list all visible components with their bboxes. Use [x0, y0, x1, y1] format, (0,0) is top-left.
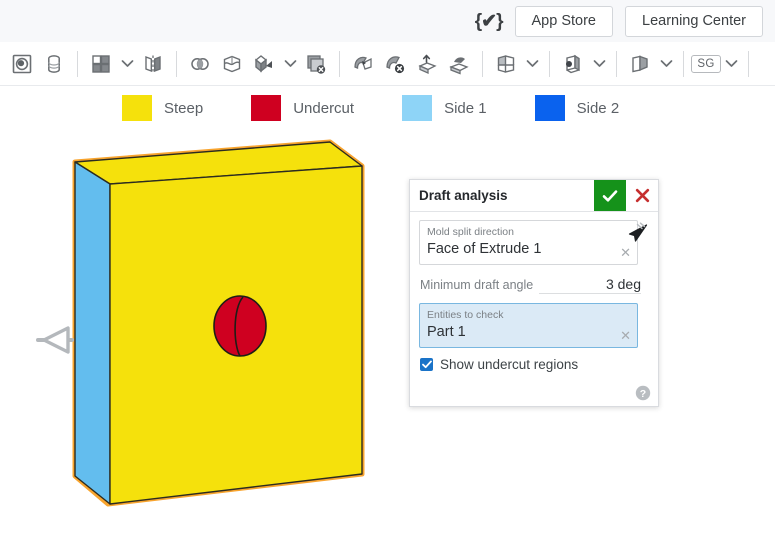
delete-face-icon[interactable] — [300, 45, 332, 83]
dialog-header: Draft analysis — [410, 180, 658, 212]
delete-part-icon[interactable] — [379, 45, 411, 83]
learning-center-button[interactable]: Learning Center — [625, 5, 763, 37]
dialog-body: Mold split direction Face of Extrude 1 ✕… — [410, 212, 658, 380]
legend-side-1: Side 1 — [402, 95, 487, 121]
flip-direction-icon[interactable] — [628, 222, 650, 251]
toolbar-divider — [482, 50, 483, 77]
entities-to-check-field[interactable]: Entities to check Part 1 ✕ — [419, 303, 638, 348]
entities-to-check-value: Part 1 — [427, 324, 466, 340]
legend-undercut-label: Undercut — [293, 99, 355, 117]
feature-toolbar: SG — [0, 42, 775, 86]
legend-steep-label: Steep — [164, 99, 204, 117]
boolean-icon[interactable] — [184, 45, 216, 83]
legend-side-2: Side 2 — [534, 95, 620, 121]
mold-split-direction-field[interactable]: Mold split direction Face of Extrude 1 ✕ — [419, 220, 638, 265]
draft-analysis-icon[interactable] — [624, 45, 656, 83]
transform-icon[interactable] — [248, 45, 280, 83]
split-icon[interactable] — [216, 45, 248, 83]
legend-undercut-swatch — [251, 95, 282, 121]
draft-analysis-dropdown-caret-icon[interactable] — [656, 45, 676, 83]
minimum-draft-angle-input[interactable]: 3 deg — [539, 276, 641, 294]
move-face-icon[interactable] — [411, 45, 443, 83]
dialog-footer: ? — [410, 380, 658, 406]
section-view-dropdown-caret-icon[interactable] — [522, 45, 542, 83]
app-store-button[interactable]: App Store — [514, 5, 613, 37]
legend-side-2-label: Side 2 — [576, 99, 620, 117]
checkmark-icon — [602, 189, 618, 202]
show-undercut-regions-checkbox[interactable] — [420, 358, 433, 371]
pattern-icon[interactable] — [85, 45, 117, 83]
legend-side-1-swatch — [402, 95, 433, 121]
draft-icon[interactable] — [347, 45, 379, 83]
mold-split-direction-value: Face of Extrude 1 — [427, 241, 542, 257]
toolbar-divider — [748, 50, 749, 77]
section-view-icon[interactable] — [490, 45, 522, 83]
sg-icon[interactable]: SG — [691, 45, 721, 83]
svg-text:?: ? — [640, 388, 646, 400]
minimum-draft-angle-label: Minimum draft angle — [420, 278, 534, 292]
legend-steep: Steep — [122, 95, 203, 121]
checkmark-icon — [421, 360, 432, 369]
dialog-title: Draft analysis — [419, 188, 508, 203]
toolbar-divider — [616, 50, 617, 77]
accept-button[interactable] — [594, 180, 626, 211]
model-side-face — [74, 161, 111, 505]
toolbar-divider — [683, 50, 684, 77]
transform-dropdown-caret-icon[interactable] — [280, 45, 300, 83]
top-header-bar: {✔} App Store Learning Center — [0, 0, 775, 42]
draft-analysis-dialog: Draft analysis Mold split direction Face… — [409, 179, 659, 407]
minimum-draft-angle-row: Minimum draft angle 3 deg — [420, 276, 641, 294]
sg-dropdown-caret-icon[interactable] — [721, 45, 741, 83]
measure-icon[interactable] — [557, 45, 589, 83]
featurescript-icon[interactable]: {✔} — [475, 10, 504, 33]
show-undercut-regions-label: Show undercut regions — [440, 357, 579, 372]
sketch-icon[interactable] — [6, 45, 38, 83]
mold-split-direction-arrow — [36, 326, 74, 354]
entities-to-check-clear-icon[interactable]: ✕ — [620, 329, 631, 342]
measure-dropdown-caret-icon[interactable] — [589, 45, 609, 83]
model-undercut-hole — [213, 295, 267, 357]
legend-side-1-label: Side 1 — [444, 99, 487, 117]
legend-steep-swatch — [122, 95, 152, 121]
toolbar-divider — [339, 50, 340, 77]
show-undercut-regions-row[interactable]: Show undercut regions — [420, 357, 649, 372]
mold-split-direction-label: Mold split direction — [427, 226, 514, 238]
toolbar-divider — [549, 50, 550, 77]
mirror-icon[interactable] — [137, 45, 169, 83]
toolbar-divider — [176, 50, 177, 77]
shell-icon[interactable] — [443, 45, 475, 83]
legend-undercut: Undercut — [251, 95, 354, 121]
sg-label: SG — [691, 54, 721, 73]
help-icon[interactable]: ? — [635, 385, 651, 401]
legend-side-2-swatch — [534, 95, 565, 121]
cylinder-icon[interactable] — [38, 45, 70, 83]
draft-analysis-legend: Steep Undercut Side 1 Side 2 — [0, 88, 775, 128]
toolbar-divider — [77, 50, 78, 77]
pattern-dropdown-caret-icon[interactable] — [117, 45, 137, 83]
cancel-button[interactable] — [626, 180, 658, 211]
close-icon — [635, 188, 649, 203]
entities-to-check-label: Entities to check — [427, 309, 504, 321]
